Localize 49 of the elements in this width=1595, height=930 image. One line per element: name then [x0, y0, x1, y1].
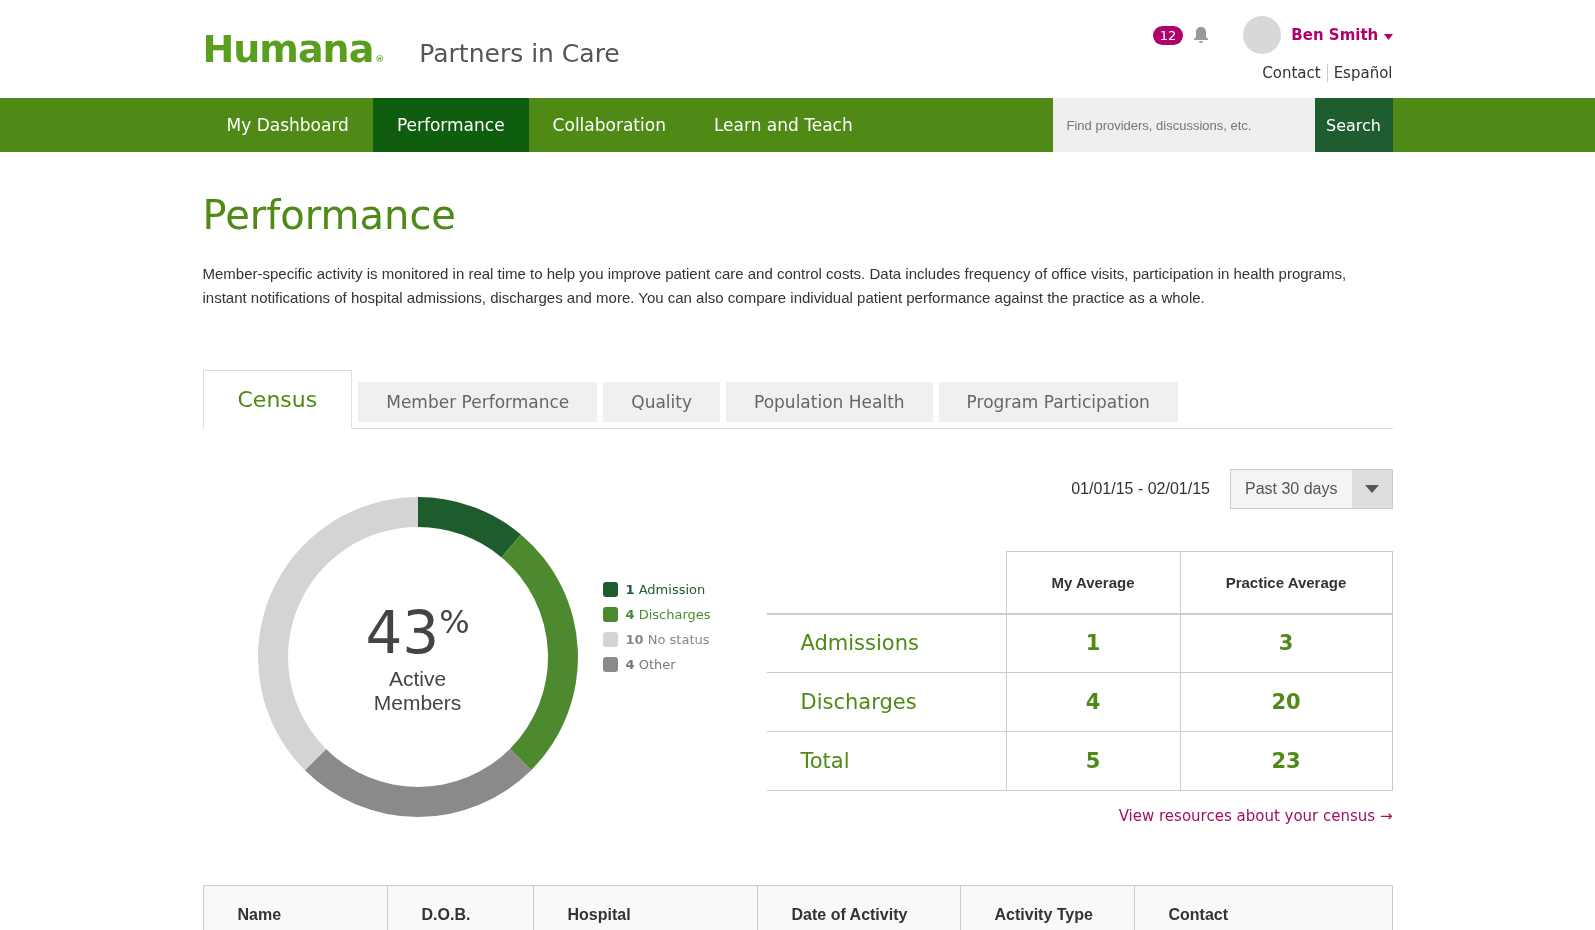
column-header: Name [203, 886, 388, 930]
column-header: Practice Average [1180, 551, 1392, 614]
tab[interactable]: Population Health [726, 382, 933, 422]
tab[interactable]: Quality [603, 382, 721, 422]
bell-icon[interactable] [1193, 26, 1210, 44]
row-label: Discharges [766, 672, 1006, 732]
nav-item[interactable]: Performance [372, 98, 529, 152]
nav-item[interactable]: My Dashboard [202, 98, 373, 152]
notification-count: 12 [1152, 25, 1184, 45]
site-subtitle: Partners in Care [419, 39, 620, 68]
search-field[interactable]: Find providers, discussions, etc. [1052, 98, 1315, 152]
date-range: 01/01/15 - 02/01/15 [1071, 480, 1210, 498]
table-cell: 4 [1006, 672, 1180, 732]
column-header: D.O.B. [387, 886, 534, 930]
legend-label: 1 Admission [625, 582, 706, 597]
logo[interactable]: Humana® [202, 27, 384, 71]
language-link[interactable]: Español [1326, 64, 1393, 82]
period-dropdown[interactable]: Past 30 days [1230, 469, 1393, 509]
tab[interactable]: Member Performance [358, 382, 598, 422]
search-button[interactable]: Search [1314, 98, 1393, 152]
table-cell: 3 [1180, 613, 1392, 673]
tab[interactable]: Program Participation [938, 382, 1178, 422]
percent-value: 43$^{%}$ [365, 599, 470, 667]
intro-paragraph: Member-specific activity is monitored in real time to help you improve patient care and control costs. Data includes frequency of office visits, participation in health programs, instant notifications of hospital admissions, discharges and more. You can also compare individual patient performance against the practice as a whole. [202, 264, 1348, 308]
table-cell: 5 [1006, 731, 1180, 791]
nav-item[interactable]: Learn and Teach [689, 98, 877, 152]
caret-icon [1383, 34, 1393, 40]
row-label: Total [766, 731, 1006, 791]
user-menu[interactable]: Ben Smith [1291, 26, 1393, 44]
table-cell: 1 [1006, 613, 1180, 673]
resources-link[interactable]: View resources about your census → [1118, 807, 1393, 825]
row-label: Admissions [766, 613, 1006, 673]
avatar[interactable] [1243, 16, 1282, 54]
column-header: Hospital [533, 886, 758, 930]
table-cell: 20 [1180, 672, 1392, 732]
column-header: My Average [1006, 551, 1180, 614]
column-header: Activity Type [960, 886, 1135, 930]
nav-item[interactable]: Collaboration [528, 98, 690, 152]
tab[interactable]: Census [202, 370, 353, 429]
contact-link[interactable]: Contact [1256, 64, 1327, 82]
legend-label: 10 No status [625, 632, 710, 647]
page-title: Performance [202, 192, 457, 238]
column-header: Date of Activity [757, 886, 961, 930]
table-cell: 23 [1180, 731, 1392, 791]
column-header: Contact [1167, 905, 1230, 925]
legend-label: 4 Discharges [625, 607, 711, 622]
legend-label: 4 Other [625, 657, 676, 672]
caret-icon [1364, 485, 1379, 493]
chart-center-label: Active Members [372, 667, 463, 715]
